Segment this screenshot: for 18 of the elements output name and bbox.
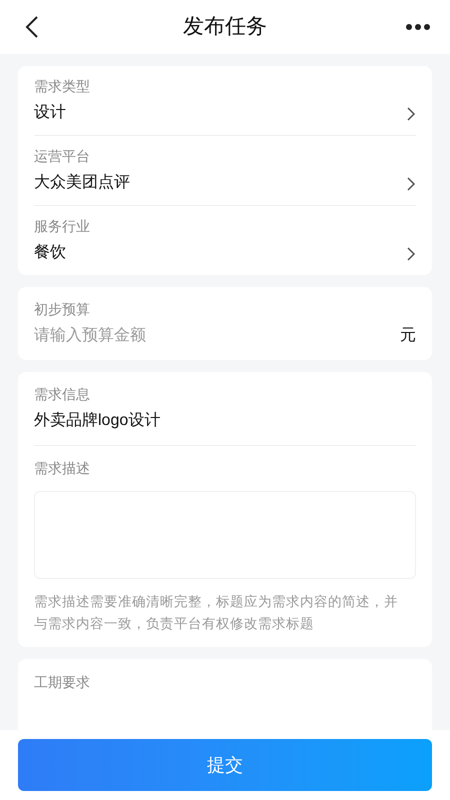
field-label: 工期要求 [34,674,90,690]
field-label: 需求类型 [34,77,90,96]
select-value[interactable]: 大众美团点评 [34,171,130,195]
field-label: 运营平台 [34,147,91,166]
chevron-right-icon[interactable] [407,247,416,261]
field-label: 需求描述 [34,459,91,478]
select-value[interactable]: 餐饮 [34,241,90,265]
page-title: 发布任务 [183,14,267,40]
chevron-right-icon[interactable] [407,177,416,191]
select-value[interactable]: 设计 [34,101,90,125]
field-label: 初步预算 [34,300,91,319]
unit-label: 元 [400,326,416,346]
title-value[interactable]: 外卖品牌logo设计 [34,409,416,446]
field-label: 服务行业 [34,217,90,236]
chevron-right-icon[interactable] [407,107,416,121]
hint-text: 需求描述需要准确清晰完整，标题应为需求内容的简述，并与需求内容一致，负责平台有权修改需求标题 [34,593,399,633]
field-label: 需求信息 [34,385,91,404]
budget-field[interactable]: 初步预算 请输入预算金额 元 [18,287,432,360]
